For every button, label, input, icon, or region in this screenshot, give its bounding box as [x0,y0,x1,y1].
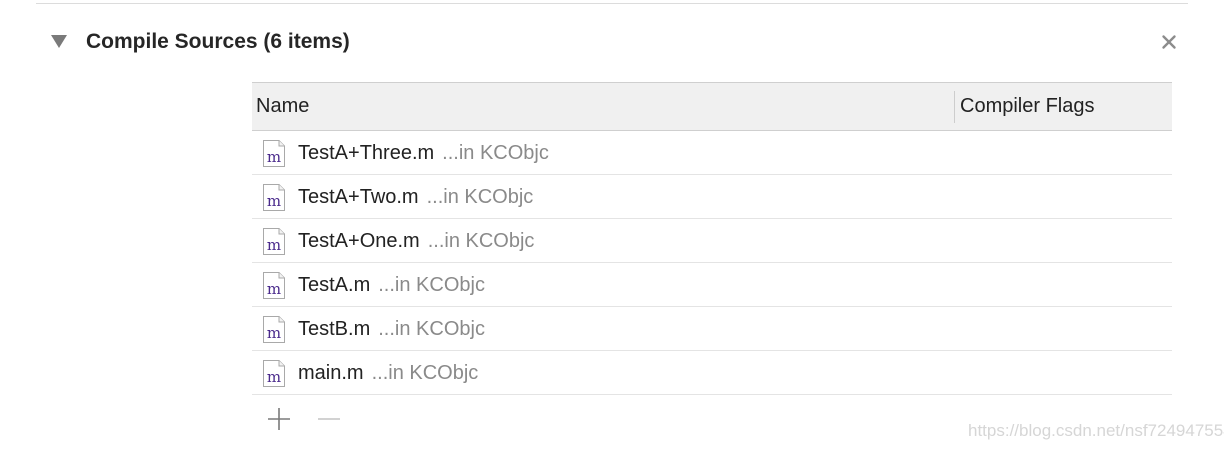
table-row[interactable]: m TestB.m ...in KCObjc [252,307,1172,351]
minus-icon [318,418,340,420]
table-row[interactable]: m main.m ...in KCObjc [252,351,1172,395]
top-divider [36,3,1188,4]
objc-file-icon: m [263,272,285,299]
objc-file-icon: m [263,228,285,255]
file-name: TestA+One.m [298,230,420,252]
table-row[interactable]: m TestA+Two.m ...in KCObjc [252,175,1172,219]
objc-file-icon: m [263,184,285,211]
file-name: TestA+Three.m [298,142,435,164]
file-name: TestA+Two.m [298,186,419,208]
svg-text:m: m [267,236,281,254]
file-name-cell: TestA.m ...in KCObjc [298,274,485,297]
file-name-cell: TestA+Three.m ...in KCObjc [298,142,549,165]
table-row[interactable]: m TestA+One.m ...in KCObjc [252,219,1172,263]
file-name: TestB.m [298,318,371,340]
svg-text:m: m [267,148,281,166]
file-name: TestA.m [298,274,371,296]
plus-icon [268,408,290,430]
svg-text:m: m [267,368,281,386]
column-header-name[interactable]: Name [256,95,309,118]
svg-text:m: m [267,192,281,210]
table-header: Name Compiler Flags [252,82,1172,131]
remove-file-button[interactable] [316,406,342,432]
svg-text:m: m [267,280,281,298]
objc-file-icon: m [263,140,285,167]
file-name-cell: main.m ...in KCObjc [298,362,478,385]
file-location: ...in KCObjc [378,318,485,340]
column-separator[interactable] [954,91,955,123]
section-title: Compile Sources (6 items) [86,30,350,53]
column-header-compiler-flags[interactable]: Compiler Flags [960,95,1094,118]
watermark-text: https://blog.csdn.net/nsf724947554 [968,421,1224,440]
file-location: ...in KCObjc [442,142,549,164]
build-phases-panel: Compile Sources (6 items) Name Compiler … [0,0,1224,450]
svg-text:m: m [267,324,281,342]
disclosure-triangle-icon[interactable] [50,33,68,49]
table-row[interactable]: m TestA+Three.m ...in KCObjc [252,131,1172,175]
file-name: main.m [298,362,364,384]
file-location: ...in KCObjc [427,230,535,252]
add-file-button[interactable] [266,406,292,432]
objc-file-icon: m [263,360,285,387]
compile-sources-header: Compile Sources (6 items) [0,24,1224,62]
file-location: ...in KCObjc [371,362,479,384]
file-name-cell: TestA+Two.m ...in KCObjc [298,186,533,209]
table-row[interactable]: m TestA.m ...in KCObjc [252,263,1172,307]
objc-file-icon: m [263,316,285,343]
file-location: ...in KCObjc [426,186,534,208]
file-name-cell: TestB.m ...in KCObjc [298,318,485,341]
file-location: ...in KCObjc [378,274,485,296]
compile-sources-table: Name Compiler Flags m TestA+Three.m ...in … [252,82,1172,441]
file-name-cell: TestA+One.m ...in KCObjc [298,230,534,253]
close-icon[interactable] [1158,31,1180,53]
